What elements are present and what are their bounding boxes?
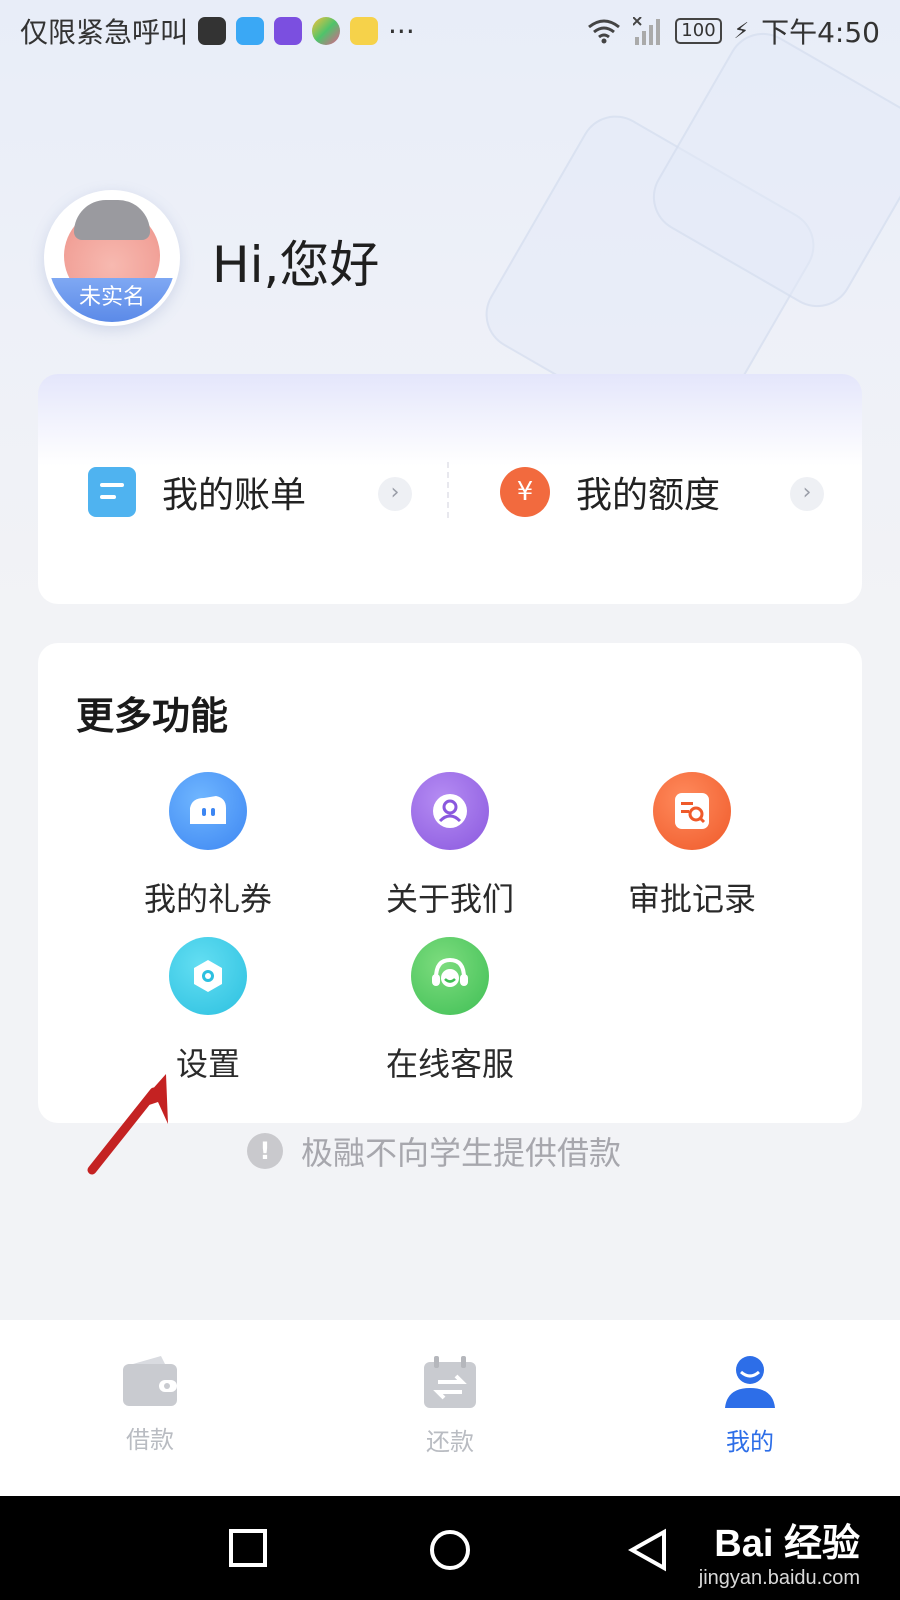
bottom-navigation: 借款 还款 我的 xyxy=(0,1320,900,1496)
student-loan-notice: ! 极融不向学生提供借款 xyxy=(247,1128,621,1174)
nav-borrow-label: 借款 xyxy=(126,1426,174,1454)
approval-records-label: 审批记录 xyxy=(627,880,756,918)
nav-repay-label: 还款 xyxy=(426,1428,474,1456)
online-service-label: 在线客服 xyxy=(385,1045,514,1083)
chevron-right-icon[interactable]: › xyxy=(790,477,824,511)
my-coupons-button[interactable]: 我的礼券 xyxy=(98,772,318,920)
my-bill-label: 我的账单 xyxy=(162,475,307,516)
shield-app-icon xyxy=(236,17,265,45)
my-quota-label: 我的额度 xyxy=(576,475,721,516)
greeting-title: Hi,您好 xyxy=(212,236,380,294)
avatar-hair xyxy=(74,200,150,240)
nav-mine-label: 我的 xyxy=(726,1428,774,1456)
section-title: 更多功能 xyxy=(76,694,229,738)
home-icon[interactable] xyxy=(428,1528,472,1572)
about-us-icon xyxy=(411,772,489,850)
nav-mine[interactable]: 我的 xyxy=(600,1320,900,1496)
my-quota-button[interactable]: ¥ 我的额度 xyxy=(500,462,720,522)
about-us-label: 关于我们 xyxy=(385,880,514,918)
avatar[interactable]: 未实名 xyxy=(44,190,180,326)
watermark: Bai 经验 jingyan.baidu.com xyxy=(699,1512,860,1590)
cat-app-icon xyxy=(350,17,379,45)
activity-app-icon xyxy=(198,17,227,45)
verification-badge: 未实名 xyxy=(48,278,176,322)
customer-service-icon xyxy=(411,937,489,1015)
coupon-icon xyxy=(169,772,247,850)
carrier-text: 仅限紧急呼叫 xyxy=(20,16,189,49)
online-service-button[interactable]: 在线客服 xyxy=(340,937,560,1085)
signal-icon xyxy=(633,17,661,45)
colorful-app-icon xyxy=(312,17,341,45)
status-bar: 仅限紧急呼叫 ··· 100 ⚡ 下午4:50 xyxy=(0,0,900,62)
bill-icon xyxy=(88,467,136,517)
wifi-icon xyxy=(588,19,621,44)
my-coupons-label: 我的礼券 xyxy=(143,880,272,918)
battery-indicator: 100 xyxy=(675,18,722,44)
watermark-url: jingyan.baidu.com xyxy=(698,1567,860,1589)
more-notifications-icon: ··· xyxy=(388,14,415,48)
approval-records-button[interactable]: 审批记录 xyxy=(582,772,802,920)
wallet-icon xyxy=(123,1356,177,1406)
chevron-right-icon[interactable]: › xyxy=(378,477,412,511)
calendar-repay-icon xyxy=(424,1356,476,1408)
yuan-icon: ¥ xyxy=(500,467,550,517)
settings-button[interactable]: 设置 xyxy=(98,937,318,1085)
nav-repay[interactable]: 还款 xyxy=(300,1320,600,1496)
back-icon[interactable] xyxy=(628,1528,668,1572)
approval-record-icon xyxy=(653,772,731,850)
notice-text: 极融不向学生提供借款 xyxy=(301,1134,622,1172)
clock: 下午4:50 xyxy=(761,16,880,49)
my-bill-button[interactable]: 我的账单 xyxy=(88,462,306,522)
recent-apps-icon[interactable] xyxy=(228,1528,268,1568)
nav-borrow[interactable]: 借款 xyxy=(0,1320,300,1496)
about-us-button[interactable]: 关于我们 xyxy=(340,772,560,920)
annotation-arrow xyxy=(87,1074,168,1175)
divider xyxy=(447,462,449,518)
warning-icon: ! xyxy=(247,1133,283,1169)
watermark-brand: Bai 经验 xyxy=(714,1523,860,1565)
charging-icon: ⚡ xyxy=(733,18,750,44)
settings-icon xyxy=(169,937,247,1015)
profile-icon xyxy=(725,1356,775,1408)
purple-app-icon xyxy=(274,17,303,45)
